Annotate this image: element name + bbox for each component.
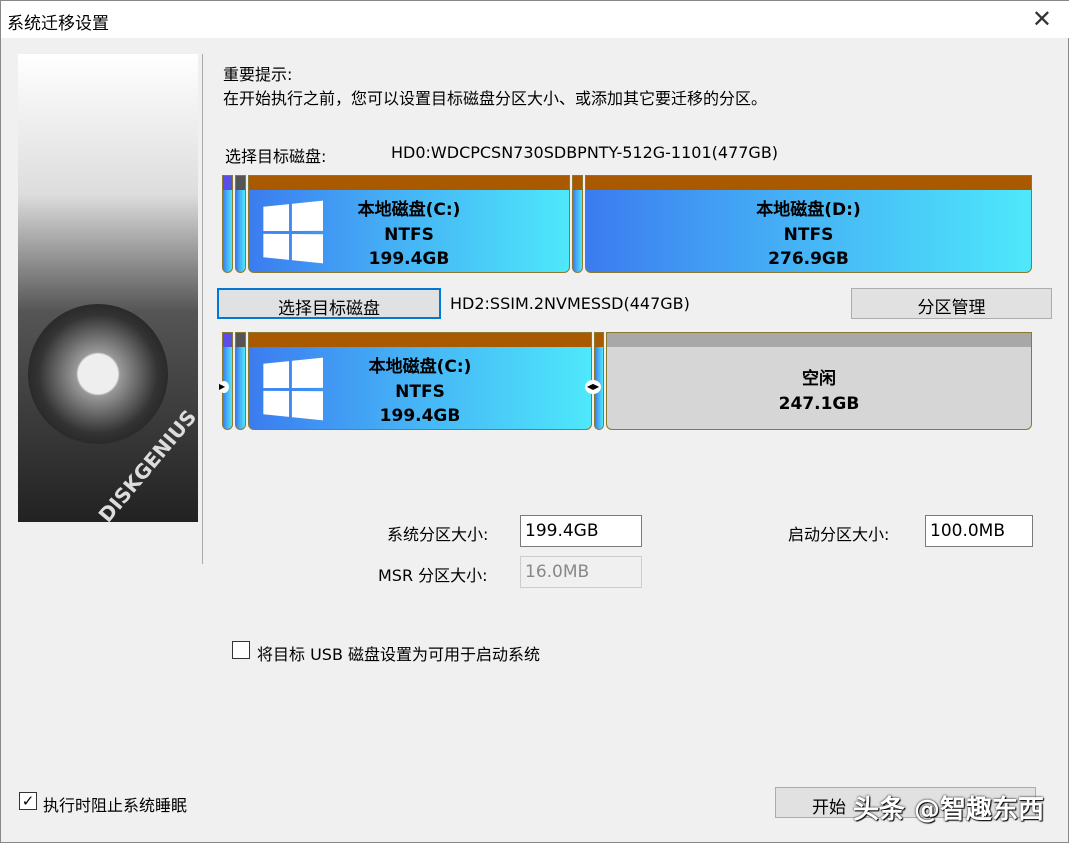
partition-d[interactable]: 本地磁盘(D:)NTFS276.9GB <box>585 175 1032 273</box>
target-disk-map: 本地磁盘(C:)NTFS199.4GB 空闲247.1GB ▶ ◀▶ <box>222 332 1032 430</box>
boot-size-label: 启动分区大小: <box>788 521 889 545</box>
usb-boot-label: 将目标 USB 磁盘设置为可用于启动系统 <box>257 641 540 665</box>
sys-size-input[interactable]: 199.4GB <box>520 515 642 547</box>
partition-name: 本地磁盘(C:) <box>249 198 569 223</box>
partition-recovery[interactable] <box>572 175 583 273</box>
partition-size: 199.4GB <box>249 404 591 429</box>
divider <box>202 54 203 564</box>
partition-size: 199.4GB <box>249 247 569 272</box>
partition-fs: NTFS <box>249 380 591 405</box>
prevent-sleep-label: 执行时阻止系统睡眠 <box>43 792 187 816</box>
target-disk-name: HD2:SSIM.2NVMESSD(447GB) <box>450 294 690 313</box>
source-disk-label: 选择目标磁盘: <box>225 143 326 167</box>
sys-size-label: 系统分区大小: <box>387 521 488 545</box>
partition-manage-button[interactable]: 分区管理 <box>851 288 1052 319</box>
select-target-disk-button[interactable]: 选择目标磁盘 <box>217 288 441 319</box>
notice-heading: 重要提示: <box>223 61 292 85</box>
partition-msr[interactable] <box>235 175 246 273</box>
msr-size-input: 16.0MB <box>520 556 642 588</box>
watermark: 头条 @智趣东西 <box>853 789 1044 826</box>
partition-c[interactable]: 本地磁盘(C:)NTFS199.4GB <box>248 332 592 430</box>
partition-name: 本地磁盘(D:) <box>586 198 1031 223</box>
boot-size-input[interactable]: 100.0MB <box>925 515 1033 547</box>
resize-handle-icon[interactable]: ◀▶ <box>585 380 601 394</box>
partition-fs: NTFS <box>249 223 569 248</box>
diskgenius-image: DISKGENIUS <box>18 54 198 522</box>
partition-free[interactable]: 空闲247.1GB <box>606 332 1032 430</box>
prevent-sleep-checkbox[interactable]: ✓ <box>19 792 37 810</box>
notice-text: 在开始执行之前，您可以设置目标磁盘分区大小、或添加其它要迁移的分区。 <box>223 85 767 109</box>
usb-boot-checkbox[interactable] <box>232 641 250 659</box>
window-title: 系统迁移设置 <box>7 9 109 34</box>
partition-msr[interactable] <box>235 332 246 430</box>
title-bar: 系统迁移设置 ✕ <box>1 1 1069 38</box>
partition-c[interactable]: 本地磁盘(C:)NTFS199.4GB <box>248 175 570 273</box>
partition-esp[interactable] <box>222 175 233 273</box>
partition-fs: NTFS <box>586 223 1031 248</box>
close-icon[interactable]: ✕ <box>1032 5 1052 33</box>
partition-size: 247.1GB <box>607 392 1031 417</box>
source-disk-map: 本地磁盘(C:)NTFS199.4GB 本地磁盘(D:)NTFS276.9GB <box>222 175 1032 273</box>
source-disk-name: HD0:WDCPCSN730SDBPNTY-512G-1101(477GB) <box>391 143 778 162</box>
msr-size-label: MSR 分区大小: <box>378 562 488 586</box>
partition-size: 276.9GB <box>586 247 1031 272</box>
partition-name: 本地磁盘(C:) <box>249 355 591 380</box>
partition-name: 空闲 <box>607 367 1031 392</box>
resize-handle-icon[interactable]: ▶ <box>219 381 229 393</box>
